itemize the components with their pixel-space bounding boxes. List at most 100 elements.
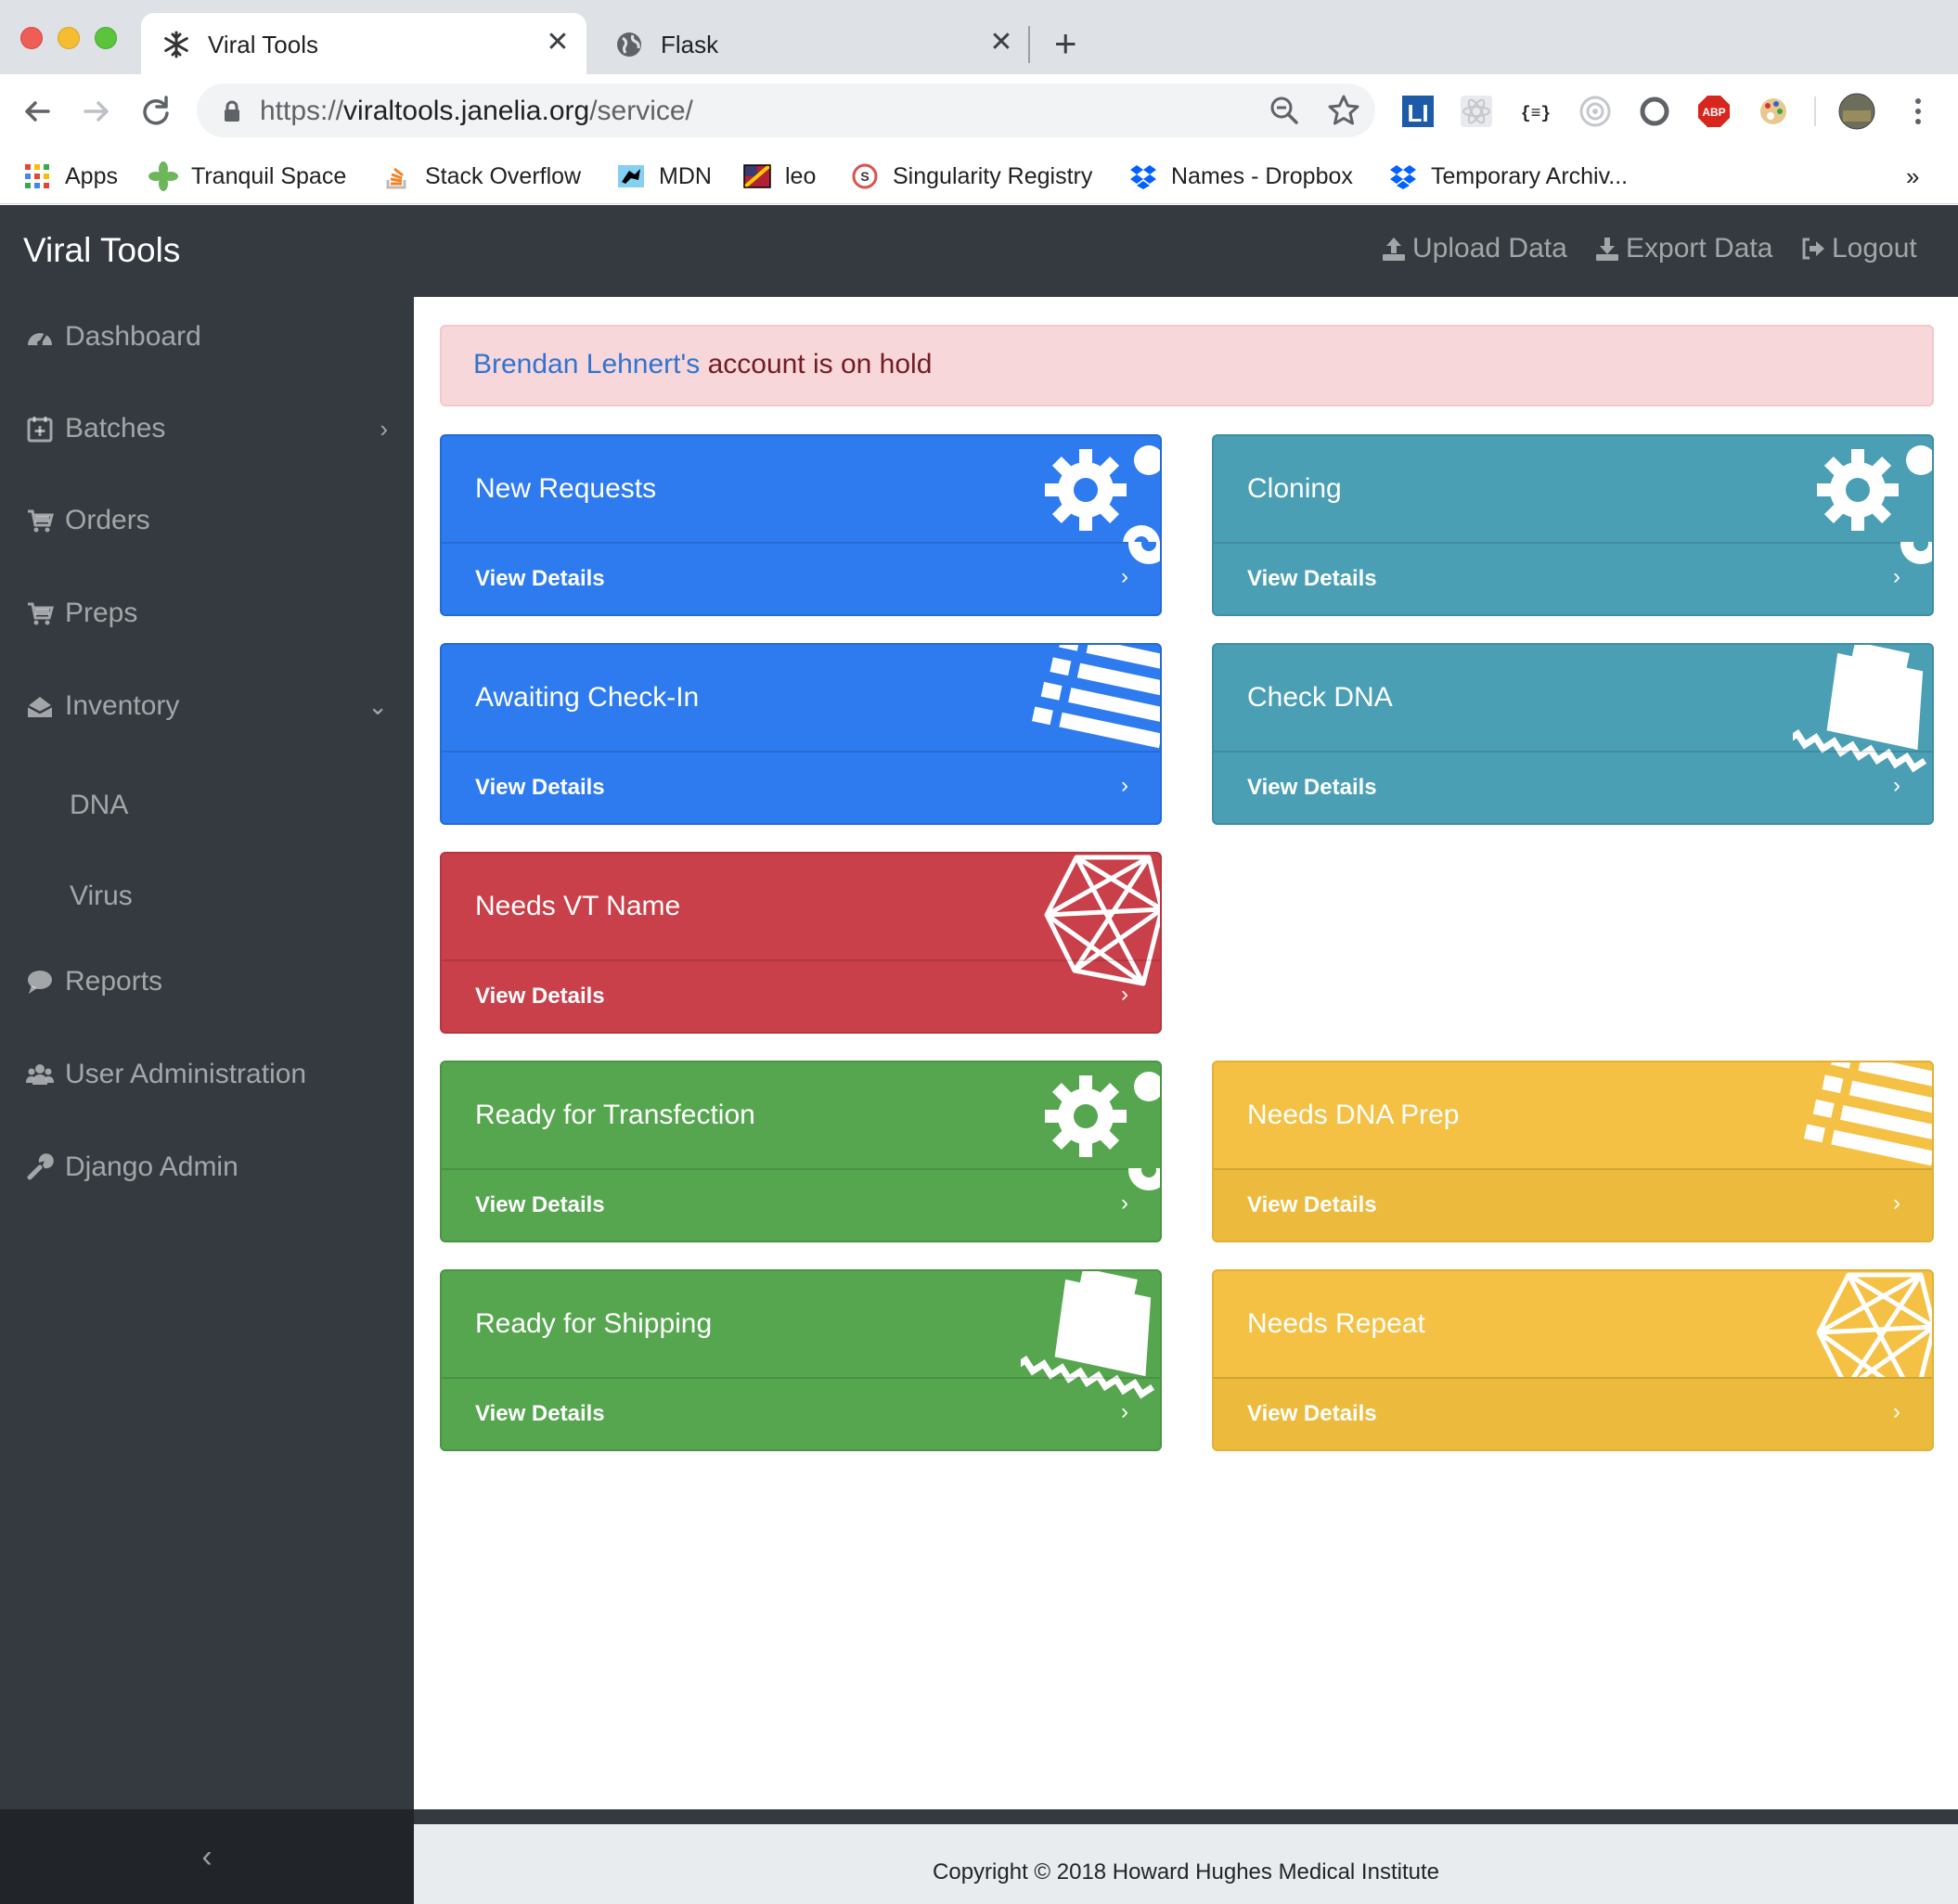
lock-icon (225, 100, 239, 122)
sidebar-item-label: Inventory (65, 690, 180, 721)
sidebar-subitem-virus[interactable]: Virus (70, 881, 133, 912)
react-ext-icon[interactable] (1455, 90, 1498, 133)
bookmark-mdn[interactable]: MDN (616, 156, 712, 197)
address-bar[interactable]: https://viraltools.janelia.org/service/ (197, 84, 1375, 137)
chevron-right-icon: › (1121, 1190, 1128, 1216)
browser-toolbar: https://viraltools.janelia.org/service/ … (0, 74, 1958, 148)
bookmark-label: leo (785, 162, 817, 189)
linkedin-ext-icon[interactable]: LI (1397, 90, 1439, 133)
logout-link[interactable]: Logout (1800, 233, 1917, 264)
comment-icon (28, 971, 52, 994)
svg-text:S: S (860, 169, 869, 184)
new-tab-button[interactable]: + (1054, 24, 1077, 63)
forward-arrow-icon[interactable] (76, 91, 117, 132)
bookmark-names-dropbox[interactable]: Names - Dropbox (1128, 156, 1353, 197)
card-title: Check DNA (1247, 682, 1393, 713)
card-footer[interactable]: View Details › (442, 959, 1160, 1032)
upload-data-link[interactable]: Upload Data (1381, 233, 1567, 264)
window-minimize-button[interactable] (58, 27, 80, 49)
card-footer[interactable]: View Details › (442, 542, 1160, 614)
alert-user-link[interactable]: Brendan Lehnert's (473, 349, 700, 380)
chevron-right-icon: › (1893, 773, 1900, 798)
url-path: /service/ (589, 96, 693, 126)
inbox-icon (27, 697, 53, 717)
card-needs-vt-name[interactable]: Needs VT Name View Details › (440, 852, 1162, 1034)
card-needs-repeat[interactable]: Needs Repeat View Details › (1212, 1269, 1934, 1451)
card-footer[interactable]: View Details › (442, 1168, 1160, 1241)
view-details-link: View Details (475, 984, 605, 1009)
view-details-link: View Details (475, 1401, 605, 1426)
card-awaiting-check-in[interactable]: Awaiting Check-In View Details › (440, 643, 1162, 825)
sidebar-item-dashboard[interactable]: Dashboard (26, 314, 201, 360)
bookmark-apps[interactable]: Apps (22, 156, 118, 197)
sidebar-item-label: Reports (65, 966, 163, 997)
card-footer[interactable]: View Details › (1214, 1377, 1932, 1449)
tab-close-button[interactable]: ✕ (542, 27, 573, 58)
adblock-ext-icon[interactable]: ABP (1693, 90, 1735, 133)
export-data-link[interactable]: Export Data (1594, 233, 1772, 264)
json-ext-icon[interactable]: {≡} (1514, 90, 1557, 133)
sidebar-item-reports[interactable]: Reports (26, 958, 162, 1005)
leo-flag-icon (742, 163, 772, 189)
card-ready-for-shipping[interactable]: Ready for Shipping View Details › (440, 1269, 1162, 1451)
zoom-icon[interactable] (1269, 95, 1300, 126)
bookmark-label: Names - Dropbox (1171, 162, 1353, 189)
card-footer[interactable]: View Details › (1214, 751, 1932, 823)
stackoverflow-icon (386, 167, 406, 189)
sidebar-item-preps[interactable]: Preps (26, 590, 137, 637)
account-hold-alert: Brendan Lehnert's account is on hold (440, 325, 1934, 406)
bookmark-star-icon[interactable] (1327, 94, 1360, 127)
bookmark-tranquil-space[interactable]: Tranquil Space (148, 156, 346, 197)
url-host: viraltools.janelia.org (343, 96, 590, 126)
globe-icon (617, 32, 641, 57)
window-maximize-button[interactable] (95, 27, 117, 49)
bookmark-leo[interactable]: leo (742, 156, 816, 197)
bookmark-stack-overflow[interactable]: Stack Overflow (382, 156, 581, 197)
sidebar-item-batches[interactable]: Batches › (26, 405, 388, 452)
back-arrow-icon[interactable] (17, 91, 58, 132)
nav-link-label: Upload Data (1412, 233, 1567, 264)
gears-icon (1045, 1072, 1160, 1157)
palette-ext-icon[interactable] (1752, 90, 1795, 133)
card-title: New Requests (475, 473, 657, 504)
sidebar-item-orders[interactable]: Orders (26, 497, 150, 544)
dropbox-icon (1130, 165, 1156, 189)
card-footer[interactable]: View Details › (1214, 542, 1932, 614)
card-ready-for-transfection[interactable]: Ready for Transfection View Details › (440, 1061, 1162, 1242)
sidebar-item-inventory[interactable]: Inventory ⌄ (26, 683, 388, 729)
more-bookmarks-button[interactable]: » (1906, 156, 1919, 197)
avatar[interactable] (1836, 90, 1878, 133)
bookmark-singularity-registry[interactable]: S Singularity Registry (850, 156, 1092, 197)
tab-separator (1028, 26, 1030, 63)
nav-link-label: Export Data (1626, 233, 1773, 264)
card-footer[interactable]: View Details › (1214, 1168, 1932, 1241)
sidebar-subitem-dna[interactable]: DNA (70, 790, 128, 821)
card-footer[interactable]: View Details › (442, 1377, 1160, 1449)
card-check-dna[interactable]: Check DNA View Details › (1212, 643, 1934, 825)
card-needs-dna-prep[interactable]: Needs DNA Prep View Details › (1212, 1061, 1934, 1242)
card-footer[interactable]: View Details › (442, 751, 1160, 823)
bookmark-temporary-archive[interactable]: Temporary Archiv... (1388, 156, 1628, 197)
tab-flask[interactable]: Flask ✕ (594, 13, 1030, 74)
brand-link[interactable]: Viral Tools (23, 231, 180, 270)
card-cloning[interactable]: Cloning View Details › (1212, 434, 1934, 616)
tab-close-button[interactable]: ✕ (985, 27, 1017, 58)
browser-menu-icon[interactable] (1897, 90, 1939, 133)
calendar-plus-icon (27, 417, 53, 443)
circle-ext-icon[interactable] (1633, 90, 1676, 133)
chevron-left-icon: ‹ (201, 1838, 213, 1874)
window-close-button[interactable] (20, 27, 43, 49)
tab-title: Viral Tools (208, 31, 318, 58)
top-navbar: Viral Tools Upload Data Export Data Logo… (0, 205, 1958, 297)
sidebar-item-django-admin[interactable]: Django Admin (26, 1144, 238, 1190)
reload-icon[interactable] (135, 91, 176, 132)
users-icon (26, 1064, 54, 1085)
sidebar-collapse-button[interactable]: ‹ (0, 1809, 414, 1904)
tab-viral-tools[interactable]: Viral Tools ✕ (141, 13, 586, 74)
card-new-requests[interactable]: New Requests View Details › (440, 434, 1162, 616)
sidebar-item-user-administration[interactable]: User Administration (26, 1051, 306, 1098)
target-ext-icon[interactable] (1574, 90, 1617, 133)
chevron-right-icon: › (1121, 982, 1128, 1007)
wrench-icon (27, 1153, 54, 1180)
svg-text:{≡}: {≡} (1521, 105, 1551, 123)
